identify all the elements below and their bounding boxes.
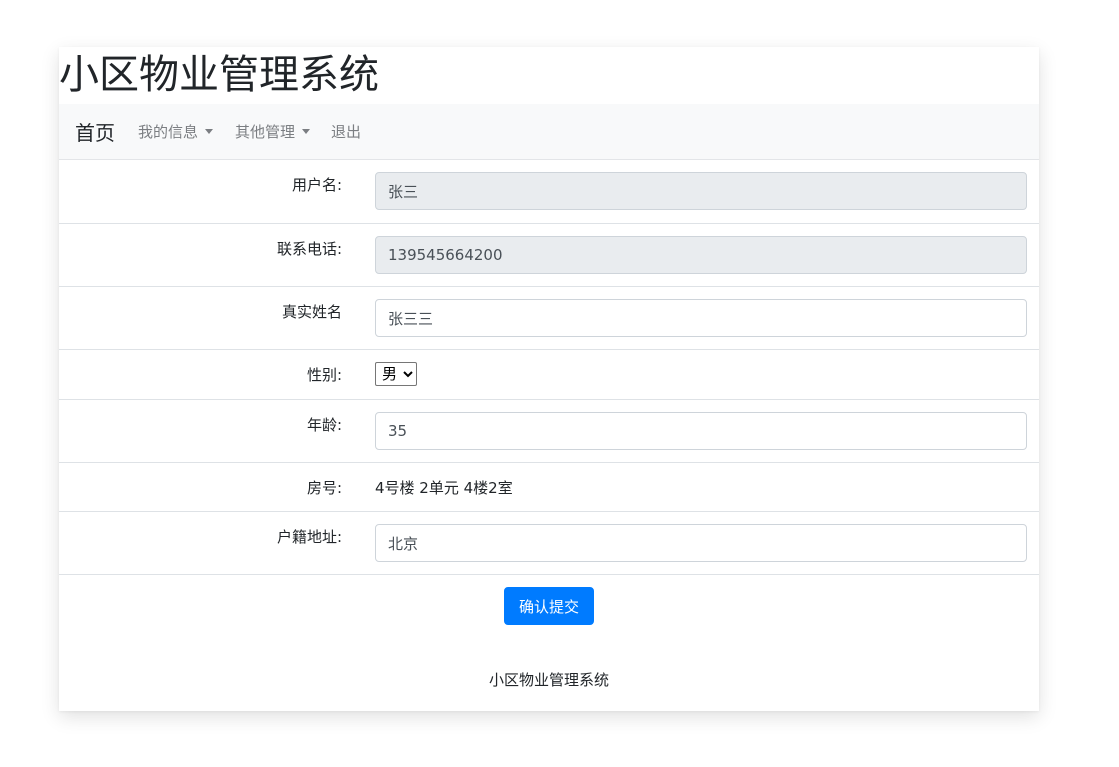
age-input[interactable] bbox=[375, 412, 1027, 450]
gender-select[interactable]: 男 bbox=[375, 362, 417, 386]
gender-label: 性别: bbox=[306, 366, 342, 384]
nav-other-management-label: 其他管理 bbox=[235, 123, 296, 141]
nav-home-link[interactable]: 首页 bbox=[75, 104, 115, 160]
age-label: 年龄: bbox=[306, 416, 342, 434]
phone-input[interactable] bbox=[375, 236, 1027, 274]
nav-my-info-label: 我的信息 bbox=[138, 123, 199, 141]
form-row-phone: 联系电话: bbox=[59, 224, 1039, 287]
caret-down-icon bbox=[302, 129, 311, 134]
navbar: 首页 我的信息 其他管理 退出 bbox=[59, 104, 1039, 160]
room-label: 房号: bbox=[306, 479, 342, 497]
form-row-room: 房号: 4号楼 2单元 4楼2室 bbox=[59, 463, 1039, 512]
submit-button[interactable]: 确认提交 bbox=[504, 587, 594, 625]
hometown-label: 户籍地址: bbox=[276, 528, 342, 546]
username-label: 用户名: bbox=[291, 176, 342, 194]
nav-my-info-dropdown[interactable]: 我的信息 bbox=[138, 104, 214, 160]
nav-logout-link[interactable]: 退出 bbox=[331, 104, 361, 160]
nav-other-management-dropdown[interactable]: 其他管理 bbox=[235, 104, 311, 160]
username-input[interactable] bbox=[375, 172, 1027, 210]
footer-text: 小区物业管理系统 bbox=[488, 671, 609, 689]
phone-label: 联系电话: bbox=[276, 240, 342, 258]
real-name-input[interactable] bbox=[375, 299, 1027, 337]
nav-logout-label: 退出 bbox=[331, 123, 362, 141]
room-value: 4号楼 2单元 4楼2室 bbox=[375, 479, 513, 497]
main-card: 小区物业管理系统 首页 我的信息 其他管理 退出 用户名: 联系电话: 真实姓名… bbox=[59, 47, 1039, 711]
hometown-input[interactable] bbox=[375, 524, 1027, 562]
form-row-username: 用户名: bbox=[59, 160, 1039, 224]
form-row-real-name: 真实姓名 bbox=[59, 287, 1039, 350]
form-row-age: 年龄: bbox=[59, 400, 1039, 463]
site-title: 小区物业管理系统 bbox=[59, 52, 379, 98]
form-row-hometown: 户籍地址: bbox=[59, 512, 1039, 575]
form-row-gender: 性别: 男 bbox=[59, 350, 1039, 400]
caret-down-icon bbox=[205, 129, 214, 134]
real-name-label: 真实姓名 bbox=[281, 303, 342, 321]
